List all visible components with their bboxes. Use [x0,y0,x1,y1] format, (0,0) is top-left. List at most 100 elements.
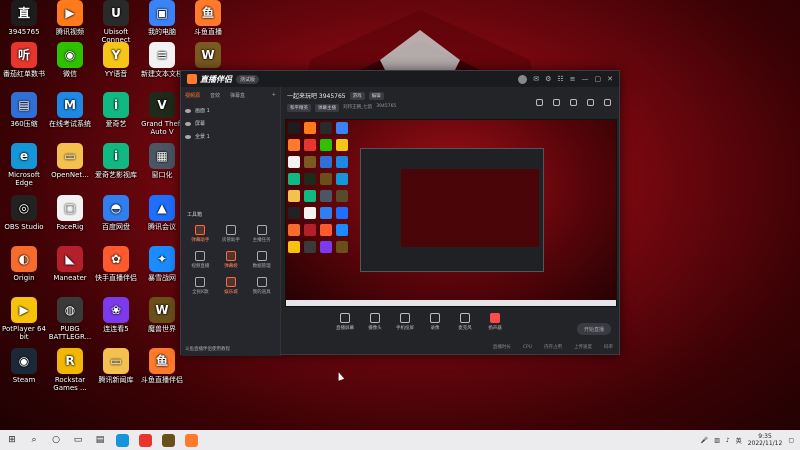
desktop-icon[interactable]: ▣ 我的电脑 [140,0,184,36]
eye-icon[interactable] [185,108,191,113]
desktop-icon[interactable]: ◓ 百度网盘 [94,195,138,231]
search-icon[interactable]: ⌕ [28,434,40,446]
desktop-icon[interactable]: e Microsoft Edge [2,143,46,187]
desktop-icon[interactable]: ▤ 360压缩 [2,92,46,128]
settings-icon[interactable]: ⚙ [545,75,551,83]
tab-danmaku[interactable]: 弹幕盒 [230,92,245,99]
desktop-icon[interactable]: 鱼斗鱼直播伴侣 [140,348,184,384]
room-edit-chip[interactable]: 编辑 [368,91,384,100]
desktop-icon[interactable]: ▢ FaceRig [48,195,92,231]
file-explorer-icon[interactable]: ▤ [94,434,106,446]
close-icon[interactable]: ✕ [607,75,613,83]
desktop-icon[interactable]: ▭ OpenNet... [48,143,92,179]
tutorial-link[interactable]: 斗鱼直播伴侣使用教程 [185,346,230,352]
toolbox-item[interactable]: 主播任务 [246,225,277,243]
toolbox-item[interactable]: 视频直播 [185,251,216,269]
desktop-icon[interactable]: 听番茄红单数书 [2,42,46,78]
toolbox-label: 工具箱 [187,212,203,218]
mic-icon[interactable]: 🎤 [701,437,708,444]
network-icon[interactable]: ▥ [714,437,720,444]
desktop-icon[interactable]: ◉ 微信 [48,42,92,78]
edge-taskbar-icon[interactable] [116,433,129,447]
douyu-taskbar-icon[interactable] [185,433,198,447]
desktop-icon[interactable]: 直 3945765 [2,0,46,36]
desktop-icon[interactable]: W 魔兽世界 [140,297,184,333]
room-category-chip[interactable]: 游戏 [349,91,365,100]
screen-icon[interactable] [570,99,577,106]
desktop-icon[interactable]: 鱼斗鱼直播 [186,0,230,36]
control-button[interactable]: 扬声器 [485,311,505,331]
share-icon[interactable] [604,99,611,106]
toolbox-item[interactable]: 数据管理 [246,251,277,269]
control-button[interactable]: 手机投屏 [395,311,415,331]
desktop-icon[interactable]: ✦ 暴雪战网 [140,246,184,282]
toolbox-item[interactable]: 全民K歌 [185,277,216,295]
desktop-icon[interactable]: ◐ Origin [2,246,46,282]
version-badge[interactable]: 测试版 [236,74,260,84]
user-avatar[interactable] [518,74,528,84]
add-icon[interactable]: + [272,92,276,99]
preview-thumb [288,173,300,185]
notification-icon[interactable]: ▢ [788,437,794,444]
start-stream-button[interactable]: 开始直播 [577,323,611,335]
desktop-icon[interactable]: ▭ 腾讯新闻库 [94,348,138,384]
maximize-icon[interactable]: ▢ [595,75,602,83]
tab-audio[interactable]: 音效 [210,92,220,99]
desktop-icon[interactable]: ≡ 新建文本文档 [140,42,184,78]
game-chip[interactable]: 和平精英 [287,104,311,112]
desktop-icon[interactable]: U Ubisoft Connect [94,0,138,44]
layout-icon[interactable] [553,99,560,106]
desktop-icon[interactable]: ◎ OBS Studio [2,195,46,231]
desktop-icon[interactable]: ❀ 连连看5 [94,297,138,333]
bell-icon[interactable] [587,99,594,106]
gift-icon[interactable] [536,99,543,106]
ime-indicator[interactable]: 英 [736,436,742,445]
minimize-icon[interactable]: — [582,75,589,83]
desktop-icon[interactable]: M 在线考试系统 [48,92,92,128]
message-icon[interactable]: ✉ [533,75,539,83]
desktop-icon[interactable]: ◣ Maneater [48,246,92,282]
scene-item[interactable]: 屏幕 [181,117,280,130]
wow-taskbar-icon[interactable] [162,433,175,447]
scene-item[interactable]: 全景 1 [181,130,280,143]
skin-icon[interactable]: ☷ [557,75,563,83]
scene-item[interactable]: 画面 1 [181,104,280,117]
desktop-icon[interactable]: i 爱奇艺影视库 [94,143,138,179]
desktop-icon[interactable]: ✿ 快手直播伴侣 [94,246,138,282]
eye-icon[interactable] [185,121,191,126]
cortana-icon[interactable]: ○ [50,434,62,446]
app-taskbar-icon[interactable] [139,433,152,447]
desktop-icon[interactable]: ◉ Steam [2,348,46,384]
control-button[interactable]: 录像 [425,311,445,331]
volume-icon[interactable]: ♪ [726,437,730,444]
desktop-icon[interactable]: V Grand Theft Auto V [140,92,184,136]
control-button[interactable]: 直播屏幕 [335,311,355,331]
desktop-icon[interactable]: Y YY语音 [94,42,138,78]
windows-start-icon[interactable]: ⊞ [6,434,18,446]
desktop-icon[interactable]: ▲ 腾讯会议 [140,195,184,231]
desktop-icon[interactable]: R Rockstar Games ... [48,348,92,392]
eye-icon[interactable] [185,134,191,139]
role-chip[interactable]: 弹幕主播 [315,104,339,112]
control-button[interactable]: 麦克风 [455,311,475,331]
toolbox-item[interactable]: 娱乐城 [216,277,247,295]
preview-thumb [336,241,348,253]
clock[interactable]: 9:35 2022/11/12 [748,433,783,447]
control-button[interactable]: 摄像头 [365,311,385,331]
toolbox-item[interactable]: 我的道具 [246,277,277,295]
toolbox-item[interactable]: 房管助手 [216,225,247,243]
desktop-icon[interactable]: i 爱奇艺 [94,92,138,128]
toolbox-item[interactable]: 弹幕助手 [185,225,216,243]
desktop-icon[interactable]: ▶ 腾讯视频 [48,0,92,36]
task-view-icon[interactable]: ▭ [72,434,84,446]
tool-icon [195,251,206,261]
app-icon: ◓ [103,195,129,221]
tab-sources[interactable]: 视频源 [185,92,200,99]
streaming-app-window: 直播伴侣 测试版 ✉ ⚙ ☷ ≡ — ▢ ✕ 视频源 音效 弹幕盒 + 画面 1… [180,70,620,356]
toolbox-item[interactable]: 弹幕姬 [216,251,247,269]
stream-preview[interactable] [285,119,617,307]
desktop-icon[interactable]: ▦ 窗口化 [140,143,184,179]
desktop-icon[interactable]: ▶ PotPlayer 64 bit [2,297,46,341]
menu-icon[interactable]: ≡ [570,75,576,83]
desktop-icon[interactable]: ◍ PUBG BATTLEGR... [48,297,92,341]
